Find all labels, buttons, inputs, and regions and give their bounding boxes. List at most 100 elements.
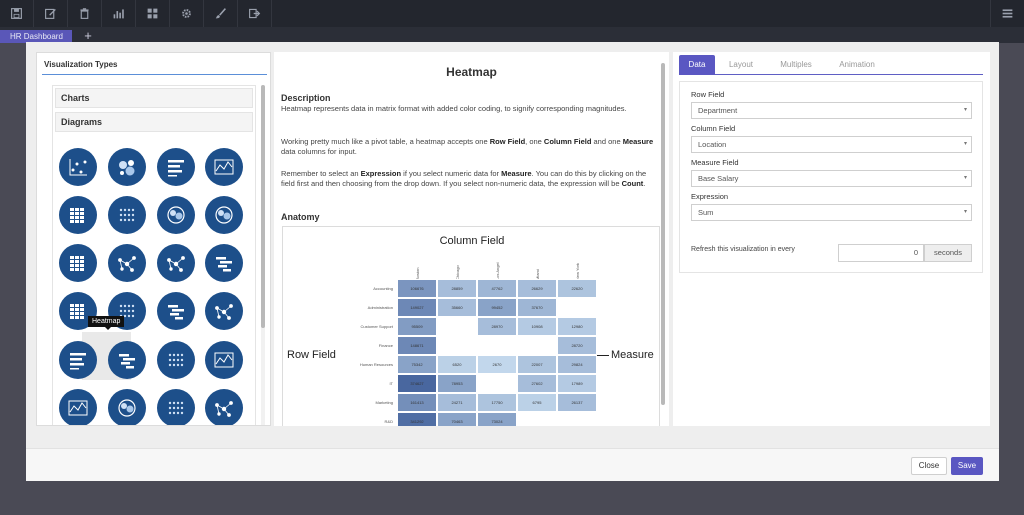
refresh-unit: seconds [924,244,972,262]
heatmap-cell [517,412,557,426]
row-header: Accounting [373,286,393,291]
settings-tabs: Data Layout Multiples Animation [679,55,983,75]
anatomy-illustration: Column Field Row Field Measure Boston Chi… [282,226,660,426]
visualization-title: Heatmap [446,65,497,79]
network-graph-icon[interactable] [205,292,243,330]
trash-icon[interactable] [68,0,102,27]
close-button[interactable]: Close [911,457,947,475]
measure-field-label: Measure Field [691,158,739,167]
heatmap-cell: 28970 [477,317,517,336]
chevron-down-icon: ▾ [963,141,967,147]
heatmap-cell: 149027 [397,298,437,317]
parallel-icon[interactable] [59,341,97,379]
tab-animation[interactable]: Animation [827,55,887,75]
bar-chart-icon[interactable] [102,0,136,27]
punch-card-icon[interactable] [157,341,195,379]
heatmap-cell: 26629 [517,279,557,298]
wordcloud-icon[interactable] [108,196,146,234]
heatmap-cell: 22620 [557,279,597,298]
radial-icon[interactable] [108,389,146,425]
heatmap-cell [477,336,517,355]
sankey-icon[interactable] [108,341,146,379]
heatmap-cell [517,336,557,355]
table-icon[interactable] [59,196,97,234]
section-charts[interactable]: Charts [55,88,253,108]
tree-icon[interactable] [108,244,146,282]
heatmap-cell: 374627 [397,374,437,393]
gantt-icon[interactable] [205,244,243,282]
top-toolbar [0,0,1024,27]
heatmap-cell: 35660 [437,298,477,317]
heatmap-cell: 29824 [557,355,597,374]
save-icon[interactable] [0,0,34,27]
chevron-down-icon: ▾ [963,107,967,113]
heatmap-cell: 99452 [477,298,517,317]
column-header: Los Angel [495,262,500,280]
heatmap-cell: 6795 [517,393,557,412]
heatmap-cell: 148671 [397,336,437,355]
row-header: IT [389,381,393,386]
heatmap-cell: 75342 [397,355,437,374]
row-header: Finance [378,343,393,348]
heatmap-cell [437,336,477,355]
heatmap-cell: 28720 [557,336,597,355]
wave-icon[interactable] [59,389,97,425]
section-diagrams[interactable]: Diagrams [55,112,253,132]
scatter-icon[interactable] [59,148,97,186]
heatmap-grid-icon[interactable] [59,244,97,282]
column-header: Boston [415,267,420,280]
description-paragraph-2: Working pretty much like a pivot table, … [281,137,654,156]
funnel-icon[interactable] [157,292,195,330]
add-tab-button[interactable]: + [80,29,96,43]
heatmap-cell [437,317,477,336]
heatmap-cell: 10908 [517,317,557,336]
visualization-types-panel: Visualization Types Charts Diagrams Heat… [36,52,271,426]
chord-lines-icon[interactable] [205,341,243,379]
hamburger-menu-icon[interactable] [990,0,1024,27]
row-header: Administration [367,305,393,310]
measure-label: Measure [611,349,654,361]
edit-icon[interactable] [34,0,68,27]
column-field-label: Column Field [439,235,505,247]
scrollbar[interactable] [261,85,265,328]
row-field-select[interactable]: Department ▾ [691,102,972,119]
heatmap-cell [557,298,597,317]
tab-data[interactable]: Data [679,55,715,75]
network-icon[interactable] [157,244,195,282]
line-icon[interactable] [205,148,243,186]
data-settings-form: Row Field Department ▾ Column Field Locat… [679,81,983,273]
circle-pack-icon[interactable] [205,196,243,234]
dot-scatter-icon[interactable] [157,389,195,425]
column-field-select[interactable]: Location ▾ [691,136,972,153]
heatmap-cell: 78953 [437,374,477,393]
sphere-icon[interactable] [157,196,195,234]
heatmap-cell: 24271 [437,393,477,412]
gear-icon[interactable] [170,0,204,27]
tab-layout[interactable]: Layout [719,55,763,75]
brush-icon[interactable] [204,0,238,27]
heatmap-cell: 17989 [557,374,597,393]
layout-icon[interactable] [136,0,170,27]
description-paragraph-1: Heatmap represents data in matrix format… [281,104,627,113]
bubble-icon[interactable] [108,148,146,186]
heatmap-cell: 17750 [477,393,517,412]
export-icon[interactable] [238,0,272,27]
bar-list-icon[interactable] [157,148,195,186]
save-button[interactable]: Save [951,457,983,475]
dashboard-tab-bar [0,27,1024,43]
description-heading: Description [281,93,331,103]
row-header: R&D [384,419,393,424]
expression-label: Expression [691,192,729,201]
expression-select[interactable]: Sum ▾ [691,204,972,221]
description-panel: Heatmap Description Heatmap represents d… [274,52,669,426]
org-chart-icon[interactable] [205,389,243,425]
row-header: Customer Support [360,324,393,329]
column-header: New York [575,263,580,280]
chevron-down-icon: ▾ [963,175,967,181]
tab-multiples[interactable]: Multiples [767,55,825,75]
row-field-label: Row Field [691,90,725,99]
description-scrollbar[interactable] [661,63,665,405]
settings-panel: Data Layout Multiples Animation Row Fiel… [673,52,990,426]
measure-field-select[interactable]: Base Salary ▾ [691,170,972,187]
refresh-interval-input[interactable]: 0 [838,244,924,262]
